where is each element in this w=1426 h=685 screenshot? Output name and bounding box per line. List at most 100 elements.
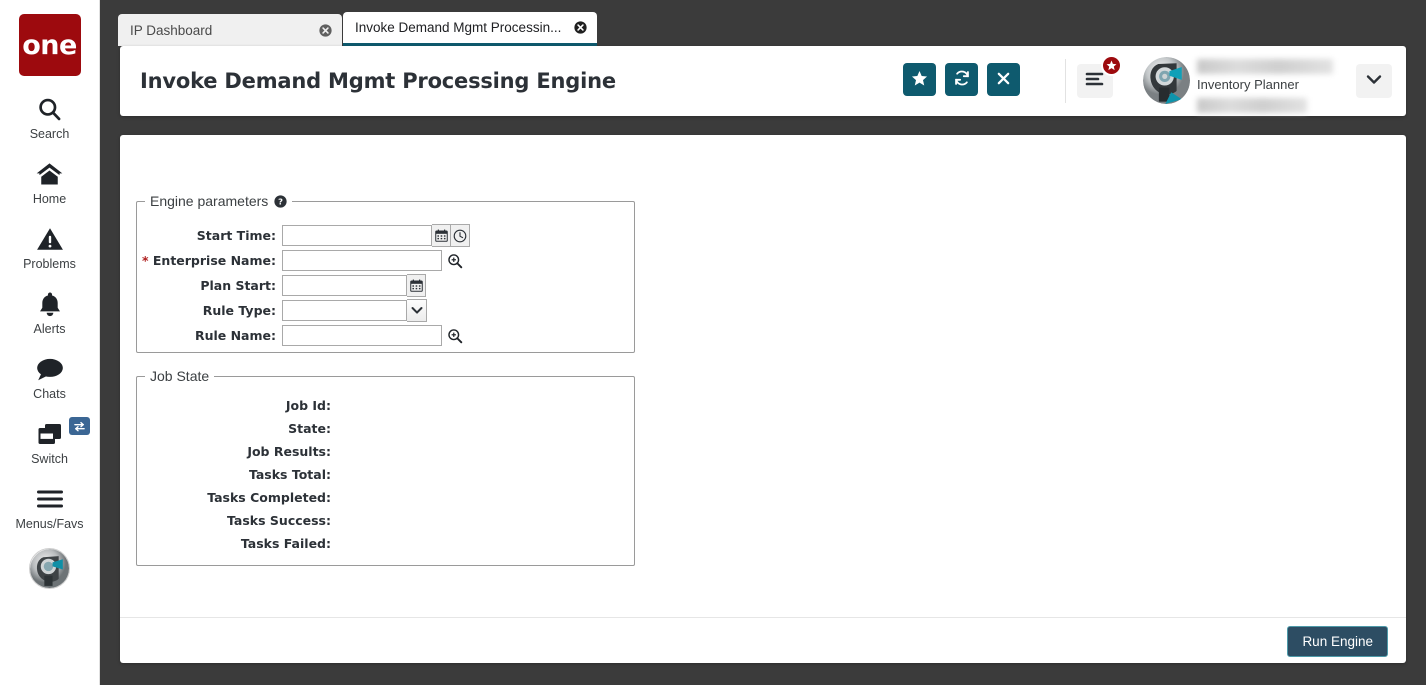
job-state-row: Job Id: — [137, 394, 634, 417]
field-row-plan-start: Plan Start: — [137, 273, 634, 298]
tab-invoke-demand-mgmt[interactable]: Invoke Demand Mgmt Processin... — [343, 12, 597, 46]
field-row-start-time: Start Time: — [137, 223, 634, 248]
sidebar-item-problems[interactable]: Problems — [0, 224, 100, 271]
close-button[interactable] — [987, 63, 1020, 96]
calendar-icon[interactable] — [432, 224, 451, 247]
svg-text:?: ? — [278, 196, 283, 206]
header-menu-button[interactable] — [1077, 64, 1113, 98]
magnifier-plus-icon[interactable] — [446, 327, 463, 344]
sidebar-item-search[interactable]: Search — [0, 94, 100, 141]
job-state-legend: Job State — [145, 368, 214, 384]
tab-ip-dashboard[interactable]: IP Dashboard — [118, 14, 342, 46]
close-circle-icon[interactable] — [573, 21, 587, 35]
tasks-failed-label: Tasks Failed: — [137, 536, 337, 551]
plan-start-input[interactable] — [282, 275, 407, 296]
job-state-row: Tasks Total: — [137, 463, 634, 486]
state-label: State: — [137, 421, 337, 436]
job-state-row: Job Results: — [137, 440, 634, 463]
tasks-completed-label: Tasks Completed: — [137, 490, 337, 505]
job-results-label: Job Results: — [137, 444, 337, 459]
tasks-total-label: Tasks Total: — [137, 467, 337, 482]
sidebar-item-menus-favs[interactable]: Menus/Favs — [0, 484, 100, 531]
rule-type-select[interactable] — [282, 299, 427, 322]
user-avatar-icon[interactable] — [29, 548, 70, 589]
run-engine-button[interactable]: Run Engine — [1287, 626, 1388, 657]
field-row-rule-type: Rule Type: — [137, 298, 634, 323]
tab-label: Invoke Demand Mgmt Processin... — [355, 20, 561, 35]
user-photo-icon[interactable] — [1143, 57, 1190, 104]
enterprise-name-input[interactable] — [282, 250, 442, 271]
enterprise-name-label: * Enterprise Name: — [137, 253, 282, 268]
windows-stack-icon — [36, 419, 64, 449]
content-panel: Engine parameters ? Start Time: — [120, 135, 1406, 663]
chat-bubble-icon — [35, 354, 65, 384]
left-sidebar: one Search Home — [0, 0, 100, 685]
engine-parameters-legend-text: Engine parameters — [150, 193, 268, 209]
main-region: IP Dashboard Invoke Demand Mgmt Processi… — [100, 0, 1426, 685]
page-header-card: Invoke Demand Mgmt Processing Engine — [120, 46, 1406, 116]
start-time-input[interactable] — [282, 225, 432, 246]
plan-start-label: Plan Start: — [137, 278, 282, 293]
help-circle-icon[interactable]: ? — [274, 195, 287, 208]
bell-icon — [37, 289, 63, 319]
rule-name-label: Rule Name: — [137, 328, 282, 343]
sidebar-item-label: Switch — [31, 452, 68, 466]
user-role: Inventory Planner — [1197, 77, 1345, 92]
job-state-row: Tasks Failed: — [137, 532, 634, 555]
hamburger-icon — [36, 484, 64, 514]
star-icon — [911, 70, 928, 90]
tab-strip: IP Dashboard Invoke Demand Mgmt Processi… — [100, 0, 1426, 46]
rule-type-value[interactable] — [282, 300, 407, 321]
required-asterisk: * — [142, 253, 149, 268]
chevron-down-icon — [1366, 72, 1382, 90]
clock-icon[interactable] — [451, 224, 470, 247]
header-divider — [1065, 59, 1066, 103]
sidebar-item-chats[interactable]: Chats — [0, 354, 100, 401]
star-badge-icon — [1101, 55, 1122, 76]
search-icon — [36, 94, 63, 124]
sidebar-item-label: Home — [33, 192, 66, 206]
user-info-block: Inventory Planner — [1197, 59, 1345, 113]
chevron-down-icon[interactable] — [407, 299, 427, 322]
brand-logo[interactable]: one — [19, 14, 81, 76]
sidebar-item-label: Search — [30, 127, 70, 141]
engine-parameters-legend: Engine parameters ? — [145, 193, 292, 209]
rule-name-input[interactable] — [282, 325, 442, 346]
job-id-label: Job Id: — [137, 398, 337, 413]
refresh-button[interactable] — [945, 63, 978, 96]
panel-scroll-region: Engine parameters ? Start Time: — [120, 135, 1406, 617]
warning-triangle-icon — [36, 224, 64, 254]
header-action-group — [903, 63, 1020, 96]
app-root: one Search Home — [0, 0, 1426, 685]
sidebar-item-alerts[interactable]: Alerts — [0, 289, 100, 336]
user-detail-masked — [1197, 98, 1307, 113]
swap-arrows-icon[interactable] — [69, 417, 90, 435]
sidebar-item-label: Problems — [23, 257, 76, 271]
engine-parameters-body: Start Time: — [137, 209, 634, 348]
enterprise-name-label-text: Enterprise Name: — [153, 253, 276, 268]
sidebar-item-label: Chats — [33, 387, 66, 401]
tasks-success-label: Tasks Success: — [137, 513, 337, 528]
brand-logo-text: one — [22, 30, 77, 61]
tab-label: IP Dashboard — [130, 23, 212, 38]
favorite-button[interactable] — [903, 63, 936, 96]
start-time-label: Start Time: — [137, 228, 282, 243]
calendar-icon[interactable] — [407, 274, 426, 297]
sidebar-item-label: Alerts — [34, 322, 66, 336]
sidebar-item-home[interactable]: Home — [0, 159, 100, 206]
sidebar-item-switch[interactable]: Switch — [0, 419, 100, 466]
rule-type-label: Rule Type: — [137, 303, 282, 318]
job-state-body: Job Id: State: Job Results: Tasks T — [137, 384, 634, 555]
close-circle-icon[interactable] — [318, 23, 332, 37]
job-state-row: Tasks Success: — [137, 509, 634, 532]
user-menu-button[interactable] — [1356, 64, 1392, 98]
x-icon — [996, 71, 1011, 89]
job-state-row: Tasks Completed: — [137, 486, 634, 509]
menu-list-icon — [1085, 71, 1105, 92]
magnifier-plus-icon[interactable] — [446, 252, 463, 269]
sidebar-item-label: Menus/Favs — [15, 517, 83, 531]
page-title: Invoke Demand Mgmt Processing Engine — [140, 69, 616, 93]
field-row-rule-name: Rule Name: — [137, 323, 634, 348]
job-state-fieldset: Job State Job Id: State: Job Results: — [136, 368, 635, 566]
user-name-masked — [1197, 59, 1333, 74]
